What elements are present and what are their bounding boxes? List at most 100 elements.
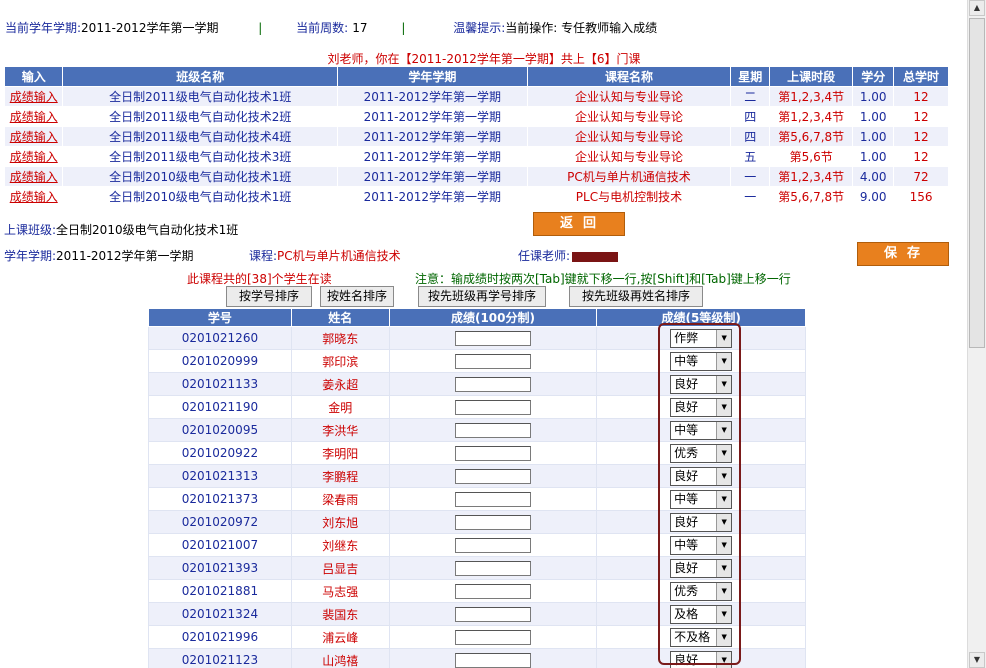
grade-input-link[interactable]: 成绩输入 [10,170,58,184]
chevron-down-icon[interactable]: ▼ [716,467,732,485]
grade-select[interactable]: 良好 ▼ [670,397,733,417]
grade-select-value: 良好 [674,376,699,391]
score-input[interactable] [454,652,531,668]
info-term-label: 学年学期: [4,249,57,263]
chevron-down-icon[interactable]: ▼ [716,582,732,600]
course-cell: 企业认知与专业导论 [526,146,732,167]
chevron-down-icon[interactable]: ▼ [716,536,732,554]
score-input[interactable] [454,583,531,599]
sort-by-name-button[interactable]: 按姓名排序 [320,286,394,307]
chevron-down-icon[interactable]: ▼ [716,421,732,439]
chevron-down-icon[interactable]: ▼ [716,605,732,623]
table-row: 成绩输入 全日制2010级电气自动化技术1班 2011-2012学年第一学期 P… [3,166,949,187]
score-input[interactable] [454,376,531,392]
scroll-up-icon[interactable]: ▲ [969,0,985,16]
table-row: 0201020095 李洪华 中等 ▼ [148,418,806,442]
score-input[interactable] [454,445,531,461]
class-cell: 全日制2010级电气自动化技术1班 [62,186,339,207]
grade-select-value: 中等 [674,353,699,368]
score-input[interactable] [454,560,531,576]
tip-value: 当前操作: 专任教师输入成绩 [505,21,658,35]
chevron-down-icon[interactable]: ▼ [716,352,732,370]
grade-select[interactable]: 中等 ▼ [670,351,733,371]
table-row: 0201021373 梁春雨 中等 ▼ [148,487,806,511]
sort-by-id-button[interactable]: 按学号排序 [226,286,312,307]
grade-table-header: 学号 姓名 成绩(100分制) 成绩(5等级制) [148,308,806,327]
grade-select[interactable]: 及格 ▼ [670,604,733,624]
grade-select[interactable]: 良好 ▼ [670,466,733,486]
back-button[interactable]: 返回 [533,212,625,236]
score-input[interactable] [454,422,531,438]
grade-input-link[interactable]: 成绩输入 [10,190,58,204]
col-input: 输入 [3,66,64,87]
grade-select[interactable]: 优秀 ▼ [670,581,733,601]
grade-select[interactable]: 中等 ▼ [670,420,733,440]
chevron-down-icon[interactable]: ▼ [716,398,732,416]
table-row: 0201021324 裴国东 及格 ▼ [148,602,806,626]
col-hours: 总学时 [893,66,949,87]
score-input[interactable] [454,330,531,346]
grade-select[interactable]: 中等 ▼ [670,535,733,555]
col-term: 学年学期 [337,66,528,87]
chevron-down-icon[interactable]: ▼ [716,651,732,668]
student-name: 李洪华 [290,418,390,442]
score-input[interactable] [454,468,531,484]
grade-input-link[interactable]: 成绩输入 [10,130,58,144]
grade-select-value: 良好 [674,468,699,483]
grade-select[interactable]: 作弊 ▼ [670,328,733,348]
score-input[interactable] [454,491,531,507]
grade-input-link[interactable]: 成绩输入 [10,90,58,104]
grade-select-value: 良好 [674,399,699,414]
grade-select[interactable]: 中等 ▼ [670,489,733,509]
info-term: 学年学期:2011-2012学年第一学期 [4,247,193,264]
scroll-down-icon[interactable]: ▼ [969,652,985,668]
chevron-down-icon[interactable]: ▼ [716,444,732,462]
chevron-down-icon[interactable]: ▼ [716,329,732,347]
grade-select[interactable]: 良好 ▼ [670,512,733,532]
sort-by-class-id-button[interactable]: 按先班级再学号排序 [418,286,546,307]
vertical-scrollbar[interactable]: ▲ ▼ [967,0,986,668]
info-teacher-label: 任课老师: [518,249,571,263]
grade-select[interactable]: 良好 ▼ [670,558,733,578]
grade-select-value: 中等 [674,491,699,506]
score-input[interactable] [454,353,531,369]
score-input[interactable] [454,537,531,553]
score-input[interactable] [454,399,531,415]
tab-note: 注意：输成绩时按两次[Tab]键就下移一行,按[Shift]和[Tab]键上移一… [415,272,791,286]
credit-cell: 1.00 [852,106,895,127]
score-input[interactable] [454,606,531,622]
student-id: 0201020999 [148,349,292,373]
student-id: 0201021881 [148,579,292,603]
col-day: 星期 [730,66,771,87]
slot-cell: 第1,2,3,4节 [769,106,854,127]
sort-by-class-name-button[interactable]: 按先班级再姓名排序 [569,286,703,307]
class-cell: 全日制2010级电气自动化技术1班 [62,166,339,187]
grade-input-link[interactable]: 成绩输入 [10,150,58,164]
tip-label: 温馨提示: [453,21,506,35]
separator: | [401,21,406,35]
chevron-down-icon[interactable]: ▼ [716,375,732,393]
score-input[interactable] [454,514,531,530]
chevron-down-icon[interactable]: ▼ [716,513,732,531]
info-term-value: 2011-2012学年第一学期 [56,249,194,263]
term-cell: 2011-2012学年第一学期 [337,186,528,207]
grade-input-link[interactable]: 成绩输入 [10,110,58,124]
class-cell: 全日制2011级电气自动化技术3班 [62,146,339,167]
chevron-down-icon[interactable]: ▼ [716,559,732,577]
chevron-down-icon[interactable]: ▼ [716,628,732,646]
save-button[interactable]: 保存 [857,242,949,266]
credit-cell: 4.00 [852,166,895,187]
grade-select[interactable]: 良好 ▼ [670,374,733,394]
grade-select[interactable]: 优秀 ▼ [670,443,733,463]
grade-select[interactable]: 不及格 ▼ [670,627,733,647]
score-input[interactable] [454,629,531,645]
credit-cell: 1.00 [852,146,895,167]
grade-select[interactable]: 良好 ▼ [670,650,733,668]
slot-cell: 第5,6,7,8节 [769,126,854,147]
slot-cell: 第5,6节 [769,146,854,167]
scrollbar-thumb[interactable] [969,18,985,348]
grade-select-value: 优秀 [674,445,699,460]
student-name: 刘东旭 [290,510,390,534]
day-cell: 四 [730,106,771,127]
chevron-down-icon[interactable]: ▼ [716,490,732,508]
